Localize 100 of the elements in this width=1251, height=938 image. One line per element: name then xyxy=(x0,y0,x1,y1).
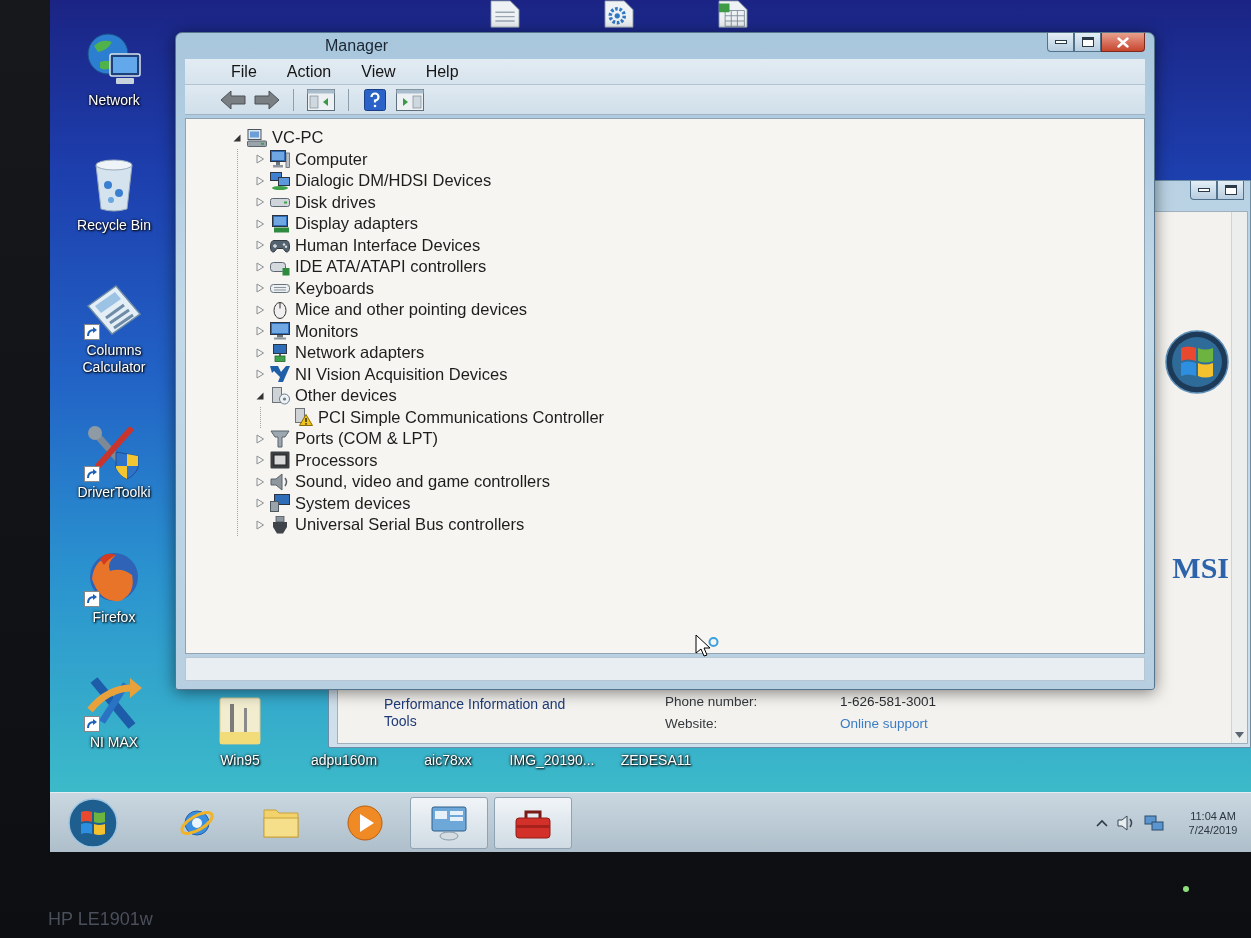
tree-item[interactable]: NI Vision Acquisition Devices xyxy=(255,363,508,385)
minimize-button[interactable] xyxy=(1190,181,1217,200)
tree-item[interactable]: System devices xyxy=(255,492,411,514)
taskbar-button[interactable] xyxy=(494,796,572,849)
field-label: Website: xyxy=(665,715,718,732)
maximize-button[interactable] xyxy=(1217,181,1244,200)
tree-item[interactable]: Mice and other pointing devices xyxy=(255,299,528,321)
expand-triangle-icon[interactable] xyxy=(255,455,265,466)
tree-item[interactable]: Sound, video and game controllers xyxy=(255,471,550,493)
tree-item[interactable]: Computer xyxy=(255,148,368,170)
expand-triangle-icon[interactable] xyxy=(255,476,265,487)
tree-item[interactable]: Display adapters xyxy=(255,213,418,235)
scroll-down-arrow-icon[interactable] xyxy=(1235,732,1244,738)
spreadsheet-document-icon xyxy=(718,0,748,28)
expand-triangle-icon[interactable] xyxy=(255,304,265,315)
expand-triangle-icon[interactable] xyxy=(255,519,265,530)
warning-device-icon xyxy=(293,408,313,427)
chevron-up-icon[interactable] xyxy=(1096,818,1108,827)
minimize-button[interactable] xyxy=(1047,33,1074,52)
expand-triangle-icon[interactable] xyxy=(255,433,265,444)
desktop-computer-icon xyxy=(270,150,290,169)
unknown-device-icon xyxy=(270,386,290,405)
port-connector-icon xyxy=(270,429,290,448)
close-button[interactable] xyxy=(1101,33,1145,52)
tree-item[interactable]: Processors xyxy=(255,449,378,471)
expand-triangle-icon[interactable] xyxy=(255,175,265,186)
clock-date: 7/24/2019 xyxy=(1188,822,1238,837)
expand-triangle-icon[interactable] xyxy=(255,218,265,229)
expand-triangle-icon[interactable] xyxy=(255,347,265,358)
window-title: Manager xyxy=(325,37,389,55)
menu-item[interactable]: View xyxy=(351,60,406,83)
tree-item[interactable]: VC-PC xyxy=(232,127,324,149)
tree-item[interactable]: Network adapters xyxy=(255,342,425,364)
flag-orb-logo xyxy=(1165,330,1229,394)
tree-item[interactable]: Monitors xyxy=(255,320,359,342)
tree-item[interactable]: Universal Serial Bus controllers xyxy=(255,514,525,536)
network-adapter-icon xyxy=(270,343,290,362)
expand-triangle-icon[interactable] xyxy=(255,154,265,165)
document-icon xyxy=(490,0,520,28)
busy-cursor-icon xyxy=(695,634,719,658)
mouse-icon xyxy=(270,300,290,319)
support-link[interactable]: Online support xyxy=(840,715,928,732)
expand-triangle-icon[interactable] xyxy=(255,197,265,208)
left-arrow-icon xyxy=(220,89,246,110)
linked-monitors-icon xyxy=(270,171,290,190)
desktop-icon[interactable]: Network xyxy=(86,32,142,109)
expand-triangle-icon[interactable] xyxy=(255,240,265,251)
network-icon[interactable] xyxy=(1144,814,1164,831)
tree-item[interactable]: IDE ATA/ATAPI controllers xyxy=(255,256,487,278)
power-light-icon xyxy=(1183,886,1189,892)
minimize-icon xyxy=(1197,188,1210,192)
monitor-model-label: HP LE1901w xyxy=(48,909,153,930)
collapse-triangle-icon[interactable] xyxy=(232,132,242,143)
taskbar-button[interactable] xyxy=(410,796,488,849)
calculator-icon xyxy=(86,282,142,338)
tree-item[interactable]: Other devices xyxy=(255,385,397,407)
brand-logo: MSI xyxy=(1172,552,1229,584)
desktop-icon[interactable]: DriverToolki xyxy=(77,424,151,501)
help-icon xyxy=(364,88,386,111)
system-device-icon xyxy=(270,494,290,513)
expand-triangle-icon[interactable] xyxy=(255,498,265,509)
tree-item[interactable]: Ports (COM & LPT) xyxy=(255,428,438,450)
maximize-button[interactable] xyxy=(1074,33,1101,52)
help-button[interactable] xyxy=(361,86,389,113)
maximize-icon xyxy=(1224,185,1237,195)
expand-triangle-icon[interactable] xyxy=(255,261,265,272)
field-value: 1-626-581-3001 xyxy=(840,693,937,710)
speaker-icon xyxy=(270,472,290,491)
desktop-icon[interactable]: Columns Calculator xyxy=(64,282,164,376)
menu-item[interactable]: Action xyxy=(276,60,342,83)
expand-triangle-icon[interactable] xyxy=(255,326,265,337)
right-arrow-icon xyxy=(254,89,280,110)
close-icon xyxy=(1117,36,1129,48)
x-arrow-icon xyxy=(86,674,142,730)
action-pane-icon xyxy=(396,88,424,111)
tree-item[interactable]: Disk drives xyxy=(255,191,376,213)
scrollbar[interactable] xyxy=(1231,212,1247,743)
menu-item[interactable]: Help xyxy=(415,60,469,83)
action-pane-button[interactable] xyxy=(395,86,425,113)
tree-item[interactable]: Keyboards xyxy=(255,277,374,299)
display-adapter-icon xyxy=(270,214,290,233)
gear-document-icon xyxy=(604,0,634,28)
tree-item[interactable]: Dialogic DM/HDSI Devices xyxy=(255,170,492,192)
minimize-icon xyxy=(1054,40,1067,44)
usb-plug-icon xyxy=(270,515,290,534)
tree-item[interactable]: PCI Simple Communications Controller xyxy=(278,406,605,428)
pane-toggle-icon xyxy=(307,88,335,111)
expand-triangle-icon[interactable] xyxy=(255,283,265,294)
menu-item[interactable]: File xyxy=(221,60,267,83)
speaker-icon[interactable] xyxy=(1117,814,1135,831)
control-panel-icon xyxy=(430,803,468,842)
expand-triangle-icon[interactable] xyxy=(255,369,265,380)
flag-orb-icon xyxy=(68,797,118,848)
processor-chip-icon xyxy=(270,451,290,470)
computer-icon xyxy=(247,128,267,147)
console-tree-button[interactable] xyxy=(306,86,336,113)
collapse-triangle-icon[interactable] xyxy=(255,390,265,401)
tree-item[interactable]: Human Interface Devices xyxy=(255,234,481,256)
desktop-icon[interactable]: Recycle Bin xyxy=(77,157,151,234)
sidebar-link[interactable]: Performance Information and Tools xyxy=(384,696,589,730)
